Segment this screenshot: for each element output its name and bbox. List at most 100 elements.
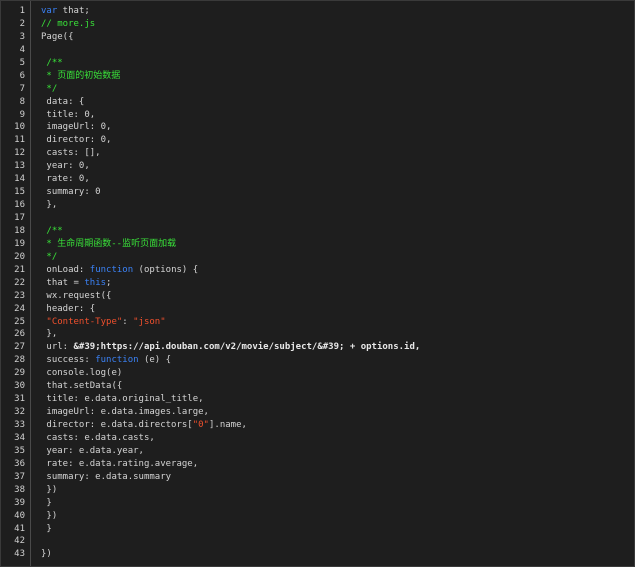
code-line[interactable]: title: e.data.original_title, bbox=[41, 393, 634, 406]
line-number: 33 bbox=[14, 420, 25, 430]
code-token: * 生命周期函数--监听页面加载 bbox=[41, 238, 177, 249]
code-line[interactable]: /** bbox=[41, 57, 634, 70]
code-line[interactable]: var that; bbox=[41, 5, 634, 18]
code-line[interactable] bbox=[41, 535, 634, 548]
code-line[interactable]: imageUrl: 0, bbox=[41, 121, 634, 134]
code-token: } bbox=[41, 523, 52, 534]
line-number: 3 bbox=[19, 31, 25, 42]
code-line[interactable]: director: 0, bbox=[41, 134, 634, 147]
code-token: }, bbox=[41, 329, 58, 340]
code-line[interactable]: director: e.data.directors["0"].name, bbox=[41, 419, 634, 432]
code-line[interactable]: console.log(e) bbox=[41, 367, 634, 380]
code-token: "0" bbox=[192, 420, 209, 430]
line-number: 30 bbox=[14, 381, 25, 392]
line-number: 26 bbox=[14, 329, 25, 340]
code-line[interactable]: /** bbox=[41, 225, 634, 238]
code-token: casts: e.data.casts, bbox=[41, 432, 155, 443]
code-line[interactable]: }, bbox=[41, 199, 634, 212]
code-line[interactable]: casts: [], bbox=[41, 147, 634, 160]
code-line[interactable]: Page({ bbox=[41, 31, 634, 44]
code-token: function bbox=[95, 355, 139, 366]
line-number: 10 bbox=[14, 122, 25, 133]
code-line[interactable]: */ bbox=[41, 251, 634, 264]
code-line[interactable]: url: &#39;https://api.douban.com/v2/movi… bbox=[41, 341, 634, 354]
code-line[interactable]: } bbox=[41, 497, 634, 510]
line-number: 17 bbox=[14, 213, 25, 223]
code-token: ].name, bbox=[208, 420, 247, 430]
line-number: 11 bbox=[14, 135, 25, 146]
code-token: function bbox=[89, 264, 134, 275]
code-line[interactable] bbox=[41, 212, 634, 225]
code-line[interactable]: }) bbox=[41, 510, 634, 523]
line-number: 38 bbox=[14, 484, 25, 495]
line-number: 25 bbox=[14, 316, 25, 327]
line-number: 20 bbox=[14, 251, 25, 262]
code-line[interactable]: }) bbox=[41, 484, 634, 497]
code-line[interactable]: that = this; bbox=[41, 277, 634, 290]
code-line[interactable]: imageUrl: e.data.images.large, bbox=[41, 406, 634, 419]
code-line[interactable]: that.setData({ bbox=[41, 380, 634, 393]
code-line[interactable]: "Content-Type": "json" bbox=[41, 316, 634, 329]
code-token: director: 0, bbox=[41, 135, 112, 146]
code-line[interactable]: */ bbox=[41, 83, 634, 96]
line-number: 23 bbox=[14, 290, 25, 301]
code-token: var bbox=[41, 6, 58, 16]
line-number: 36 bbox=[14, 458, 25, 469]
line-number: 29 bbox=[14, 368, 25, 379]
code-token: header: { bbox=[41, 303, 96, 314]
code-line[interactable]: wx.request({ bbox=[41, 290, 634, 303]
code-line[interactable]: casts: e.data.casts, bbox=[41, 432, 634, 445]
code-line[interactable]: header: { bbox=[41, 303, 634, 316]
line-number-gutter: 1 2 3 4 5 6 7 8 9 10 11 12 13 14 15 16 17 18 19 20 21 22 23 24 2… bbox=[1, 1, 31, 566]
code-line[interactable]: }) bbox=[41, 548, 634, 561]
code-line[interactable]: * 页面的初始数据 bbox=[41, 70, 634, 83]
code-token: "Content-Type" bbox=[41, 316, 123, 327]
line-number: 8 bbox=[19, 96, 25, 107]
line-number: 41 bbox=[14, 523, 25, 534]
code-area[interactable]: var that;// more.js Page({ /** * 页面的初始数据 … bbox=[31, 1, 634, 566]
line-number: 12 bbox=[14, 148, 25, 159]
code-token: that; bbox=[57, 6, 90, 16]
code-token: that.setData({ bbox=[41, 381, 123, 392]
code-token: } bbox=[41, 497, 52, 508]
code-line[interactable]: }, bbox=[41, 328, 634, 341]
code-line[interactable]: onLoad: function (options) { bbox=[41, 264, 634, 277]
code-token: year: 0, bbox=[41, 161, 90, 172]
code-token: title: e.data.original_title, bbox=[41, 394, 204, 405]
code-token: /** bbox=[41, 57, 63, 68]
code-token: * 页面的初始数据 bbox=[41, 70, 121, 81]
code-token: */ bbox=[41, 251, 58, 262]
line-number: 21 bbox=[14, 264, 25, 275]
code-editor[interactable]: 1 2 3 4 5 6 7 8 9 10 11 12 13 14 15 16 17 18 19 20 21 22 23 24 2… bbox=[0, 0, 635, 567]
code-line[interactable]: * 生命周期函数--监听页面加载 bbox=[41, 238, 634, 251]
line-number: 13 bbox=[14, 161, 25, 172]
code-line[interactable]: summary: 0 bbox=[41, 186, 634, 199]
code-line[interactable]: rate: 0, bbox=[41, 173, 634, 186]
line-number: 24 bbox=[14, 303, 25, 314]
code-line[interactable]: success: function (e) { bbox=[41, 354, 634, 367]
line-number: 27 bbox=[14, 342, 25, 353]
code-line[interactable]: year: 0, bbox=[41, 160, 634, 173]
code-line[interactable] bbox=[41, 44, 634, 57]
code-line[interactable]: data: { bbox=[41, 96, 634, 109]
code-token: summary: e.data.summary bbox=[41, 471, 172, 482]
line-number: 19 bbox=[14, 238, 25, 249]
code-token: that = bbox=[41, 277, 85, 288]
code-token: imageUrl: 0, bbox=[41, 122, 112, 133]
code-line[interactable]: rate: e.data.rating.average, bbox=[41, 458, 634, 471]
code-line[interactable]: title: 0, bbox=[41, 109, 634, 122]
code-token: imageUrl: e.data.images.large, bbox=[41, 407, 209, 418]
code-token: (e) { bbox=[138, 355, 172, 366]
line-number: 34 bbox=[14, 432, 25, 443]
code-token: year: e.data.year, bbox=[41, 445, 144, 456]
code-token: rate: e.data.rating.average, bbox=[41, 458, 199, 469]
code-line[interactable]: // more.js bbox=[41, 18, 634, 31]
line-number: 5 bbox=[19, 57, 25, 68]
code-line[interactable]: summary: e.data.summary bbox=[41, 471, 634, 484]
code-token: : bbox=[122, 316, 134, 327]
code-token: Page({ bbox=[41, 31, 74, 42]
code-line[interactable]: year: e.data.year, bbox=[41, 445, 634, 458]
code-token: "json" bbox=[133, 316, 166, 327]
code-line[interactable]: } bbox=[41, 523, 634, 536]
line-number: 16 bbox=[14, 200, 25, 211]
